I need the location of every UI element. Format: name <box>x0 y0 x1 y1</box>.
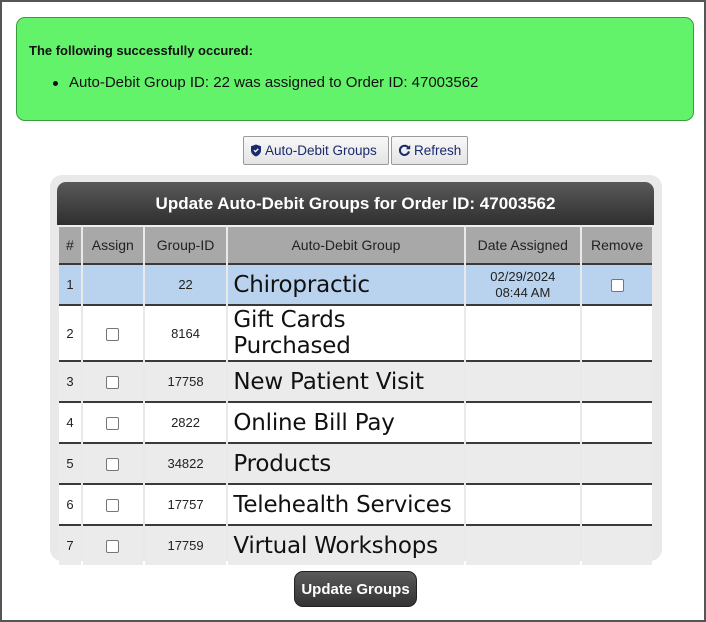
table-header-row: # Assign Group-ID Auto-Debit Group Date … <box>59 225 652 263</box>
update-groups-button[interactable]: Update Groups <box>294 571 417 607</box>
column-header: # <box>59 225 81 263</box>
remove-cell <box>582 401 652 442</box>
assign-cell <box>82 401 143 442</box>
table-row: 4 2822 Online Bill Pay <box>59 401 652 442</box>
assign-cell <box>82 524 143 565</box>
assign-checkbox[interactable] <box>106 327 120 341</box>
date-assigned-cell <box>465 360 581 401</box>
group-id: 2822 <box>144 401 227 442</box>
group-name: Products <box>228 442 464 483</box>
group-name: Gift Cards Purchased <box>228 304 464 360</box>
groups-table: # Assign Group-ID Auto-Debit Group Date … <box>57 225 654 565</box>
column-header: Assign <box>82 225 143 263</box>
remove-checkbox[interactable] <box>610 279 624 293</box>
table-row: 5 34822 Products <box>59 442 652 483</box>
table-row: 7 17759 Virtual Workshops <box>59 524 652 565</box>
row-number: 4 <box>59 401 81 442</box>
remove-cell <box>582 360 652 401</box>
date-assigned: 02/29/2024 <box>490 268 556 284</box>
group-id: 17759 <box>144 524 227 565</box>
auto-debit-groups-label: Auto-Debit Groups <box>265 143 377 158</box>
date-assigned-cell <box>465 524 581 565</box>
group-name: Chiropractic <box>228 263 464 304</box>
assign-checkbox[interactable] <box>106 458 120 472</box>
group-id: 8164 <box>144 304 227 360</box>
auto-debit-groups-panel: Update Auto-Debit Groups for Order ID: 4… <box>50 175 662 565</box>
row-number: 2 <box>59 304 81 360</box>
page-frame: The following successfully occured: Auto… <box>0 0 706 622</box>
column-header: Group-ID <box>144 225 227 263</box>
table-row: 6 17757 Telehealth Services <box>59 483 652 524</box>
column-header: Remove <box>582 225 652 263</box>
remove-cell <box>582 442 652 483</box>
remove-cell <box>582 524 652 565</box>
auto-debit-groups-button[interactable]: Auto-Debit Groups <box>243 136 389 165</box>
refresh-icon <box>398 144 411 157</box>
group-name: Telehealth Services <box>228 483 464 524</box>
assign-cell <box>82 304 143 360</box>
refresh-button[interactable]: Refresh <box>391 136 468 165</box>
assign-cell <box>82 442 143 483</box>
row-number: 6 <box>59 483 81 524</box>
date-assigned-cell <box>465 304 581 360</box>
remove-cell <box>582 483 652 524</box>
group-id: 34822 <box>144 442 227 483</box>
group-name: New Patient Visit <box>228 360 464 401</box>
group-name: Online Bill Pay <box>228 401 464 442</box>
assign-cell <box>82 483 143 524</box>
assign-checkbox[interactable] <box>106 376 120 390</box>
group-id: 17758 <box>144 360 227 401</box>
success-message: Auto-Debit Group ID: 22 was assigned to … <box>52 74 479 91</box>
assign-checkbox[interactable] <box>106 540 120 554</box>
row-number: 3 <box>59 360 81 401</box>
assign-cell <box>82 360 143 401</box>
group-name: Virtual Workshops <box>228 524 464 565</box>
date-assigned-cell: 02/29/2024 08:44 AM <box>465 263 581 304</box>
remove-cell <box>582 304 652 360</box>
toolbar: Auto-Debit Groups Refresh <box>243 136 468 165</box>
table-row: 2 8164 Gift Cards Purchased <box>59 304 652 360</box>
date-assigned-cell <box>465 442 581 483</box>
table-row: 3 17758 New Patient Visit <box>59 360 652 401</box>
row-number: 7 <box>59 524 81 565</box>
column-header: Auto-Debit Group <box>228 225 464 263</box>
time-assigned: 08:44 AM <box>495 284 551 300</box>
shield-icon <box>250 144 262 157</box>
assign-cell <box>82 263 143 304</box>
row-number: 5 <box>59 442 81 483</box>
table-row: 1 22 Chiropractic 02/29/2024 08:44 AM <box>59 263 652 304</box>
group-id: 22 <box>144 263 227 304</box>
column-header: Date Assigned <box>465 225 581 263</box>
assign-checkbox[interactable] <box>106 499 120 513</box>
success-notice: The following successfully occured: Auto… <box>16 17 694 121</box>
refresh-label: Refresh <box>414 143 462 158</box>
row-number: 1 <box>59 263 81 304</box>
success-message-list: Auto-Debit Group ID: 22 was assigned to … <box>52 74 479 91</box>
group-id: 17757 <box>144 483 227 524</box>
date-assigned-cell <box>465 483 581 524</box>
success-title: The following successfully occured: <box>29 43 253 58</box>
remove-cell <box>582 263 652 304</box>
panel-title: Update Auto-Debit Groups for Order ID: 4… <box>57 182 654 225</box>
date-assigned-cell <box>465 401 581 442</box>
assign-checkbox[interactable] <box>106 417 120 431</box>
